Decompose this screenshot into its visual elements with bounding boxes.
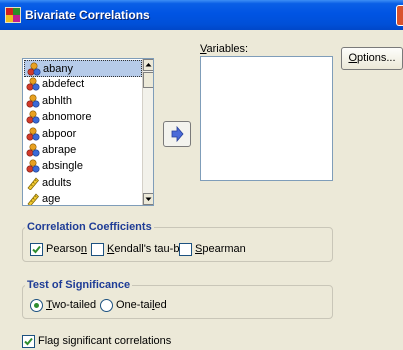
scale-variable-icon xyxy=(27,193,39,205)
nominal-variable-icon xyxy=(26,143,40,157)
list-item-label: abany xyxy=(43,63,73,75)
nominal-variable-icon xyxy=(26,94,40,108)
nominal-variable-icon xyxy=(27,62,41,76)
kendall-label: Kendall's tau-b xyxy=(107,243,180,255)
one-tailed-radio[interactable] xyxy=(100,299,113,312)
spearman-label: Spearman xyxy=(195,243,246,255)
correlation-coefficients-title: Correlation Coefficients xyxy=(25,221,154,233)
list-item[interactable]: abhlth xyxy=(24,93,142,110)
list-item[interactable]: abpoor xyxy=(24,126,142,143)
two-tailed-label: Two-tailed xyxy=(46,299,97,311)
list-item-label: absingle xyxy=(42,160,83,173)
variables-label: Variables: xyxy=(200,43,249,55)
pearson-label: Pearson xyxy=(46,243,87,255)
move-to-variables-button[interactable] xyxy=(163,121,191,147)
title-bar[interactable]: Bivariate Correlations xyxy=(0,0,403,30)
list-item-label: age xyxy=(42,193,61,206)
arrow-down-icon xyxy=(145,197,152,201)
test-of-significance-title: Test of Significance xyxy=(25,279,133,291)
list-item[interactable]: abdefect xyxy=(24,76,142,93)
one-tailed-label: One-tailed xyxy=(116,299,167,311)
flag-significant-checkbox[interactable] xyxy=(22,335,35,348)
scroll-down-button[interactable] xyxy=(143,193,153,205)
list-item-label: abnomore xyxy=(42,111,92,124)
two-tailed-radio[interactable] xyxy=(30,299,43,312)
list-item[interactable]: abany xyxy=(24,60,142,77)
pearson-checkbox[interactable] xyxy=(30,243,43,256)
list-item-label: abpoor xyxy=(42,127,77,140)
spss-dialog-icon xyxy=(5,7,21,23)
variables-list[interactable] xyxy=(200,56,333,181)
list-item-label: abdefect xyxy=(42,78,85,91)
options-button[interactable]: Options... xyxy=(341,47,403,70)
scroll-thumb[interactable] xyxy=(143,72,153,88)
list-item[interactable]: age xyxy=(24,191,142,206)
spearman-checkbox[interactable] xyxy=(179,243,192,256)
list-item[interactable]: absingle xyxy=(24,158,142,175)
check-icon xyxy=(24,337,33,346)
nominal-variable-icon xyxy=(26,110,40,124)
nominal-variable-icon xyxy=(26,159,40,173)
list-item[interactable]: abrape xyxy=(24,142,142,159)
close-button[interactable] xyxy=(396,5,403,26)
kendall-checkbox[interactable] xyxy=(91,243,104,256)
flag-significant-label: Flag significant correlations xyxy=(38,335,172,347)
window-title: Bivariate Correlations xyxy=(25,8,150,22)
list-item-label: abhlth xyxy=(42,94,72,107)
arrow-right-icon xyxy=(171,125,184,143)
list-item[interactable]: adults xyxy=(24,175,142,192)
list-item[interactable]: abnomore xyxy=(24,109,142,126)
check-icon xyxy=(32,245,41,254)
nominal-variable-icon xyxy=(26,127,40,141)
list-item-label: adults xyxy=(42,176,72,189)
arrow-up-icon xyxy=(145,63,152,67)
scale-variable-icon xyxy=(27,177,39,190)
nominal-variable-icon xyxy=(26,77,40,91)
source-variable-list[interactable]: abany abdefect abhlth abnomore abpoor abrape a… xyxy=(22,58,154,206)
list-scrollbar[interactable] xyxy=(142,59,153,205)
scroll-up-button[interactable] xyxy=(143,59,153,71)
radio-selected-dot xyxy=(34,303,39,308)
list-item-label: abrape xyxy=(42,144,77,156)
